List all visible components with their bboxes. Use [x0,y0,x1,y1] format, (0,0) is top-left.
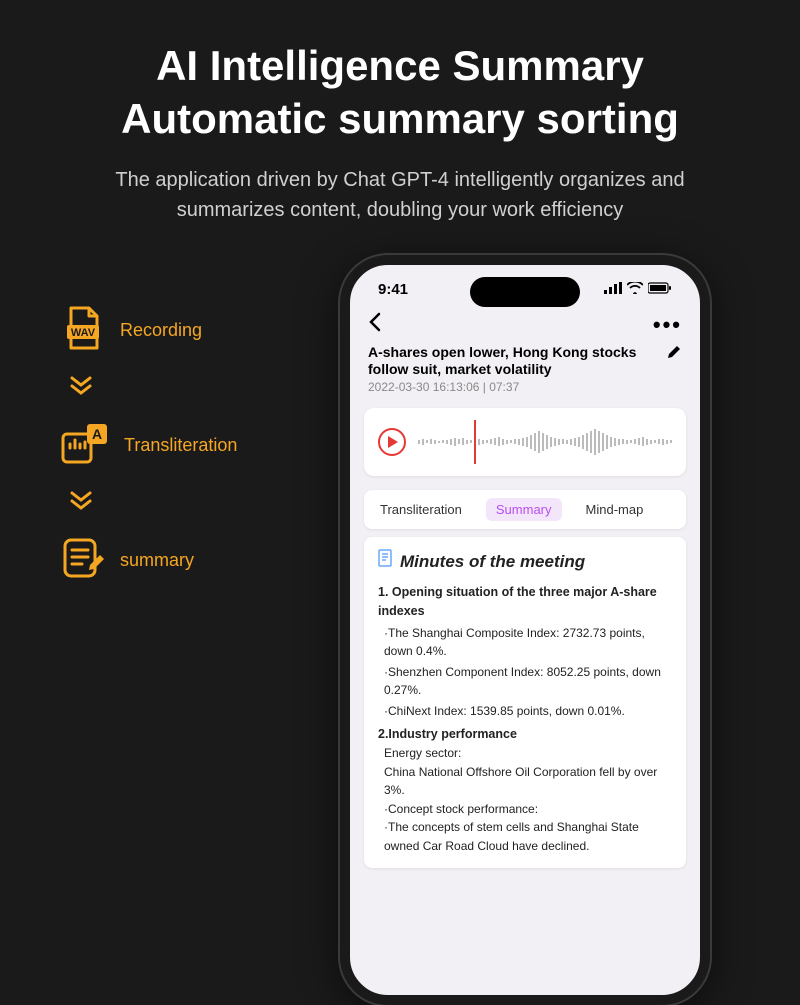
bullet: ·ChiNext Index: 1539.85 points, down 0.0… [384,702,672,721]
edit-icon[interactable] [666,344,682,365]
section-2-title: 2.Industry performance [378,725,672,744]
phone-mockup: 9:41 ••• A-shares open lower, Hon [340,255,710,1005]
back-button[interactable] [368,312,382,338]
concept-line: ·The concepts of stem cells and Shanghai… [384,818,672,855]
wifi-icon [627,281,643,298]
chevron-down-icon [60,491,110,515]
step-summary: summary [60,535,300,586]
hero-subtitle: The application driven by Chat GPT-4 int… [0,155,800,255]
step-recording: WAV Recording [60,305,300,356]
article-title: A-shares open lower, Hong Kong stocks fo… [368,344,656,378]
hero-title: AI Intelligence Summary Automatic summar… [0,0,800,155]
tab-transliteration[interactable]: Transliteration [374,498,468,521]
section-1-title: 1. Opening situation of the three major … [378,583,672,622]
waveform[interactable] [418,424,672,460]
step-transliteration: A Transliteration [60,420,300,471]
concept-label: ·Concept stock performance: [384,800,672,819]
play-button[interactable] [378,428,406,456]
status-time: 9:41 [378,281,408,298]
tab-mindmap[interactable]: Mind-map [580,498,650,521]
step-recording-label: Recording [120,320,202,341]
signal-icon [604,281,622,298]
doc-icon [378,549,394,575]
bullet: ·The Shanghai Composite Index: 2732.73 p… [384,624,672,661]
steps-column: WAV Recording A Transliteration [60,255,300,586]
step-transliteration-label: Transliteration [124,435,237,456]
summary-card: Minutes of the meeting 1. Opening situat… [364,537,686,868]
chevron-down-icon [60,376,110,400]
svg-text:A: A [92,426,102,442]
wav-file-icon: WAV [60,305,106,356]
phone-notch [470,277,580,307]
article-meta: 2022-03-30 16:13:06 | 07:37 [368,380,656,394]
transliteration-icon: A [60,420,110,471]
tab-summary[interactable]: Summary [486,498,562,521]
tabs: Transliteration Summary Mind-map [364,490,686,529]
energy-label: Energy sector: [384,744,672,763]
step-summary-label: summary [120,550,194,571]
energy-line: China National Offshore Oil Corporation … [384,763,672,800]
more-button[interactable]: ••• [653,312,682,338]
summary-heading: Minutes of the meeting [378,549,672,575]
audio-player [364,408,686,476]
summary-edit-icon [60,535,106,586]
bullet: ·Shenzhen Component Index: 8052.25 point… [384,663,672,700]
battery-icon [648,281,672,298]
svg-text:WAV: WAV [71,327,96,339]
